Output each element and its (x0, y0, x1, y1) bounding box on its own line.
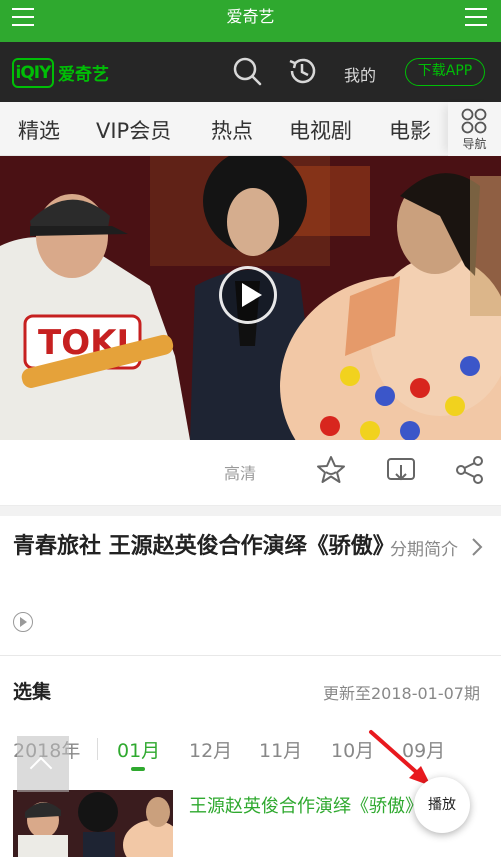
video-player[interactable]: TOKI (0, 156, 501, 440)
nav-item-featured[interactable]: 精选 (18, 115, 60, 145)
back-to-top-button[interactable] (17, 736, 69, 792)
category-nav: 精选 VIP会员 热点 电视剧 电影 导航 (0, 102, 501, 156)
episode-title[interactable]: 王源赵英俊合作演绎《骄傲》 (189, 792, 423, 818)
tab-month-12[interactable]: 12月 (189, 736, 232, 763)
quality-selector[interactable]: 高清 (224, 460, 256, 484)
tab-divider (97, 738, 98, 760)
play-count-icon (13, 612, 33, 632)
search-icon[interactable] (231, 55, 263, 87)
download-app-button[interactable]: 下载APP (405, 58, 485, 86)
share-icon[interactable] (455, 455, 485, 485)
nav-more-button[interactable]: 导航 (448, 102, 501, 156)
play-floating-button[interactable]: 播放 (414, 777, 470, 833)
section-divider (0, 506, 501, 516)
nav-item-tv[interactable]: 电视剧 (289, 115, 352, 145)
chevron-right-icon[interactable] (470, 537, 484, 557)
nav-item-vip[interactable]: VIP会员 (96, 115, 171, 145)
history-icon[interactable] (286, 55, 318, 87)
active-tab-indicator (131, 767, 145, 771)
favorite-star-icon[interactable] (316, 455, 346, 485)
video-title: 青春旅社 王源赵英俊合作演绎《骄傲》 (13, 534, 395, 559)
app-title: 爱奇艺 (226, 7, 275, 26)
download-icon[interactable] (386, 456, 416, 486)
iqiyi-logo-text[interactable]: 爱奇艺 (58, 60, 109, 85)
episode-thumbnail[interactable] (13, 790, 173, 857)
nav-item-movie[interactable]: 电影 (389, 115, 431, 145)
updated-status: 更新至2018-01-07期 (323, 684, 480, 703)
episode-intro-link[interactable]: 分期简介 (390, 535, 458, 560)
nav-more-label: 导航 (462, 137, 487, 151)
grid-icon (461, 108, 487, 134)
tab-month-01[interactable]: 01月 (117, 736, 160, 763)
divider-line (0, 655, 501, 656)
video-actions-bar: 高清 (0, 440, 501, 506)
nav-item-hot[interactable]: 热点 (211, 115, 253, 145)
episode-thumbnail-image (13, 790, 173, 857)
iqiyi-logo-mark[interactable]: iQIY (12, 58, 54, 88)
play-video-button[interactable] (219, 266, 277, 324)
my-account-link[interactable]: 我的 (344, 62, 376, 86)
tab-month-11[interactable]: 11月 (259, 736, 302, 763)
episode-section-title: 选集 (13, 681, 52, 703)
top-bar: 爱奇艺 (0, 0, 501, 42)
right-menu-icon[interactable] (465, 8, 487, 26)
